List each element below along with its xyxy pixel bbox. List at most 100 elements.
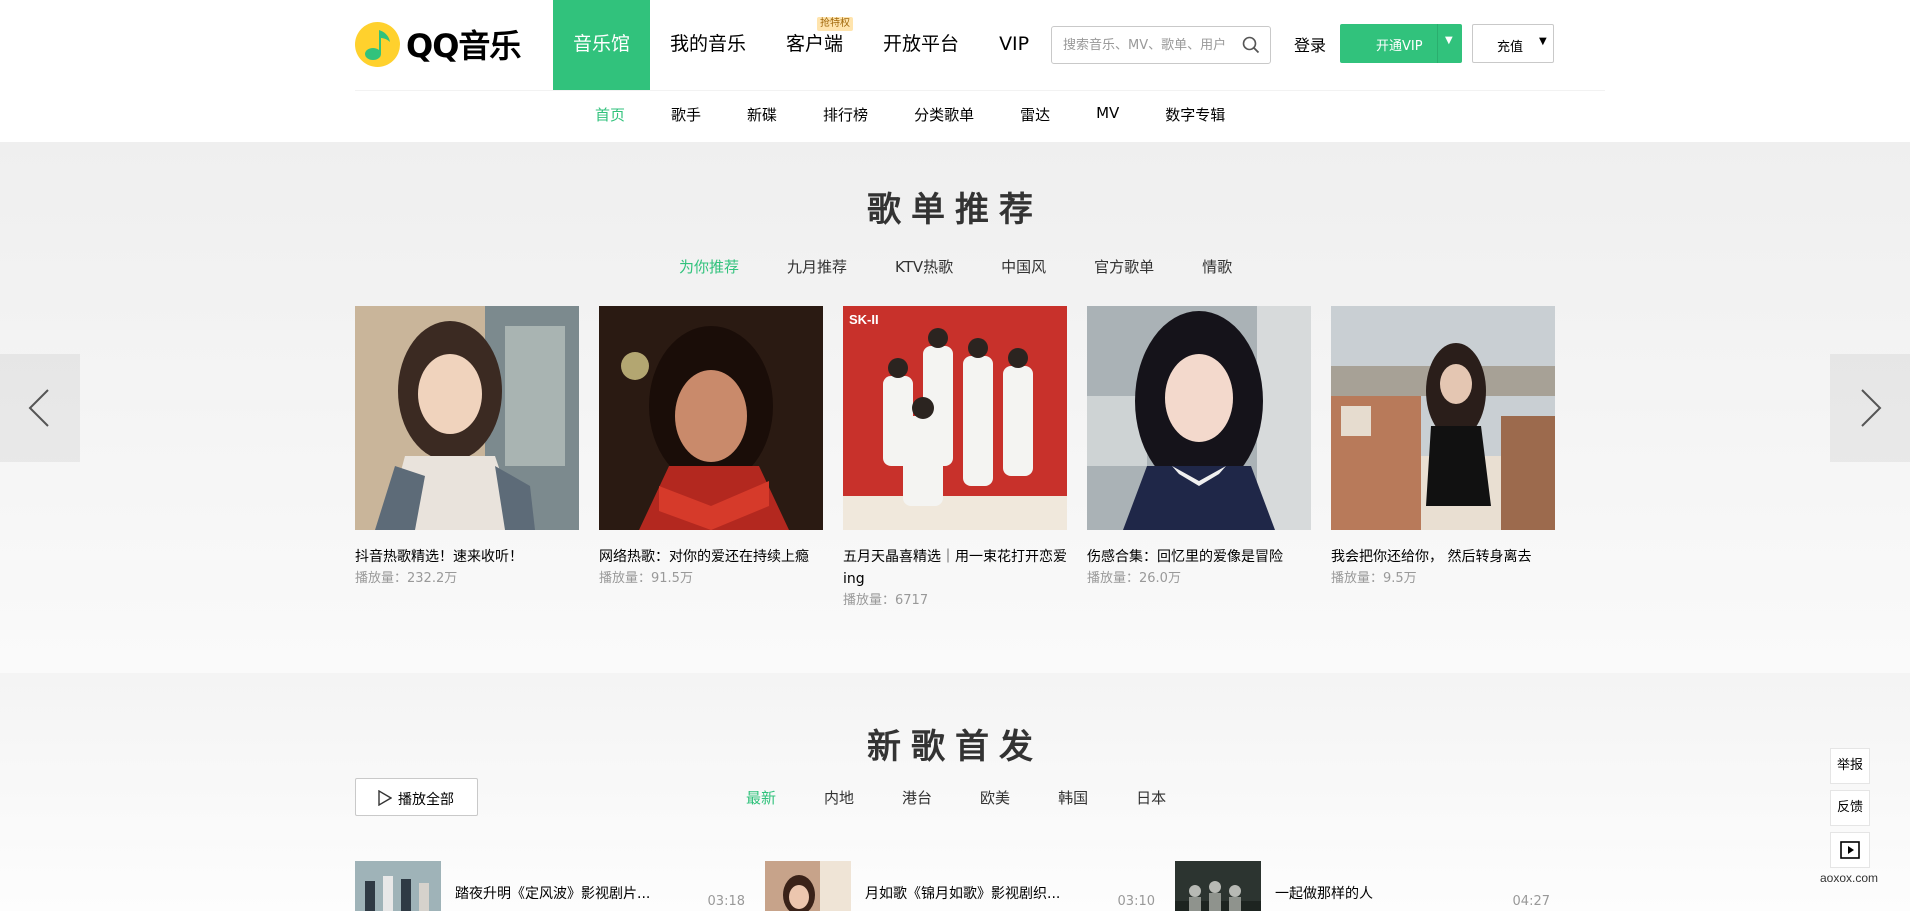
playlist-card[interactable]: 伤感合集：回忆里的爱像是冒险 播放量：26.0万 xyxy=(1087,306,1311,612)
song-duration: 03:10 xyxy=(1117,894,1155,909)
tab-western[interactable]: 欧美 xyxy=(980,787,1010,808)
nav-vip[interactable]: VIP xyxy=(979,0,1049,90)
playlist-tabs: 为你推荐 九月推荐 KTV热歌 中国风 官方歌单 情歌 xyxy=(655,256,1256,277)
play-all-label: 播放全部 xyxy=(398,792,454,808)
privilege-badge: 抢特权 xyxy=(817,17,854,31)
caret-down-icon: ▼ xyxy=(1539,36,1547,47)
subnav-category-playlists[interactable]: 分类歌单 xyxy=(914,104,974,128)
subnav-home[interactable]: 首页 xyxy=(595,104,625,128)
side-toolbar: 举报 反馈 xyxy=(1830,748,1870,874)
song-name[interactable]: 月如歌《锦月如歌》影视剧织... xyxy=(865,883,1060,903)
playlist-card[interactable]: SK-II 五月天晶喜精选｜用一束花打开恋爱ing 播放量：6717 xyxy=(843,306,1067,612)
playlist-cover[interactable] xyxy=(1331,306,1555,530)
playlist-cover[interactable] xyxy=(599,306,823,530)
song-name[interactable]: 踏夜升明《定风波》影视剧片... xyxy=(455,883,650,903)
subnav-charts[interactable]: 排行榜 xyxy=(823,104,868,128)
section-title: 歌单推荐 xyxy=(867,190,1043,230)
playlist-title[interactable]: 网络热歌：对你的爱还在持续上瘾 xyxy=(599,546,823,568)
nav-label: 开放平台 xyxy=(883,33,960,55)
playlist-card[interactable]: 我会把你还给你， 然后转身离去 播放量：9.5万 xyxy=(1331,306,1555,612)
sub-nav: 首页 歌手 新碟 排行榜 分类歌单 雷达 MV 数字专辑 xyxy=(572,104,1248,128)
playlist-recommend-section: 歌单推荐 为你推荐 九月推荐 KTV热歌 中国风 官方歌单 情歌 抖音热歌精选！… xyxy=(0,142,1910,784)
playlist-card[interactable]: 抖音热歌精选！速来收听！ 播放量：232.2万 xyxy=(355,306,579,612)
search-icon[interactable] xyxy=(1242,36,1260,54)
play-count: 播放量：6717 xyxy=(843,593,929,608)
tab-latest[interactable]: 最新 xyxy=(746,787,776,808)
qq-music-logo[interactable]: QQ音乐 xyxy=(355,20,521,68)
section-title: 新歌首发 xyxy=(867,727,1043,767)
play-count: 播放量：9.5万 xyxy=(1331,571,1417,586)
new-songs-section: 新歌首发 播放全部 最新 内地 港台 欧美 韩国 日本 踏夜升明《定风波》影视剧… xyxy=(0,673,1910,911)
carousel-prev-button[interactable] xyxy=(0,354,80,462)
tab-hk-tw[interactable]: 港台 xyxy=(902,787,932,808)
playlist-title[interactable]: 我会把你还给你， 然后转身离去 xyxy=(1331,546,1555,568)
song-item[interactable]: 一起做那样的人 04:27 xyxy=(1175,861,1575,911)
play-count: 播放量：26.0万 xyxy=(1087,571,1181,586)
header-divider xyxy=(355,90,1605,91)
button-divider xyxy=(1437,24,1438,63)
recharge-button[interactable]: 充值 ▼ xyxy=(1472,24,1554,63)
song-name[interactable]: 一起做那样的人 xyxy=(1275,883,1373,903)
song-cover[interactable] xyxy=(1175,861,1261,911)
play-count: 播放量：91.5万 xyxy=(599,571,693,586)
nav-open-platform[interactable]: 开放平台 xyxy=(863,0,979,90)
play-all-button[interactable]: 播放全部 xyxy=(355,778,478,816)
subnav-mv[interactable]: MV xyxy=(1096,104,1119,128)
new-song-list: 踏夜升明《定风波》影视剧片... 03:18 月如歌《锦月如歌》影视剧织... … xyxy=(355,861,1555,911)
login-link[interactable]: 登录 xyxy=(1294,32,1326,56)
tab-japan[interactable]: 日本 xyxy=(1136,787,1166,808)
search-input[interactable] xyxy=(1052,27,1232,63)
vip-button-label: 开通VIP xyxy=(1376,39,1423,54)
tab-september[interactable]: 九月推荐 xyxy=(787,256,847,277)
song-duration: 03:18 xyxy=(707,894,745,909)
song-item[interactable]: 踏夜升明《定风波》影视剧片... 03:18 xyxy=(355,861,755,911)
nav-label: VIP xyxy=(999,33,1030,55)
nav-client[interactable]: 客户端 抢特权 xyxy=(766,0,863,90)
playlist-cover[interactable]: SK-II xyxy=(843,306,1067,530)
subnav-radar[interactable]: 雷达 xyxy=(1020,104,1050,128)
tab-mainland[interactable]: 内地 xyxy=(824,787,854,808)
watermark-text: aoxox.com xyxy=(1820,871,1879,885)
nav-label: 我的音乐 xyxy=(670,33,747,55)
playlist-title[interactable]: 伤感合集：回忆里的爱像是冒险 xyxy=(1087,546,1311,568)
carousel-next-button[interactable] xyxy=(1830,354,1910,462)
video-icon xyxy=(1840,841,1860,859)
nav-my-music[interactable]: 我的音乐 xyxy=(650,0,766,90)
nav-music-hall[interactable]: 音乐馆 xyxy=(553,0,651,90)
tab-korea[interactable]: 韩国 xyxy=(1058,787,1088,808)
subnav-new-albums[interactable]: 新碟 xyxy=(747,104,777,128)
caret-down-icon[interactable]: ▼ xyxy=(1445,35,1453,46)
report-button[interactable]: 举报 xyxy=(1830,748,1870,784)
playlist-title[interactable]: 抖音热歌精选！速来收听！ xyxy=(355,546,579,568)
video-play-button[interactable] xyxy=(1830,832,1870,868)
new-song-tabs: 最新 内地 港台 欧美 韩国 日本 xyxy=(722,787,1190,808)
subnav-digital-albums[interactable]: 数字专辑 xyxy=(1165,104,1225,128)
tab-chinese-style[interactable]: 中国风 xyxy=(1001,256,1046,277)
playlist-title[interactable]: 五月天晶喜精选｜用一束花打开恋爱ing xyxy=(843,546,1067,590)
playlist-cover[interactable] xyxy=(355,306,579,530)
nav-label: 音乐馆 xyxy=(573,33,631,55)
chevron-right-icon xyxy=(1861,389,1882,427)
playlist-cover[interactable] xyxy=(1087,306,1311,530)
open-vip-button[interactable]: 开通VIP ▼ xyxy=(1340,24,1462,63)
play-icon xyxy=(378,790,392,806)
nav-label: 客户端 xyxy=(786,33,844,55)
brand-logo: SK-II xyxy=(849,312,879,327)
playlist-cards: 抖音热歌精选！速来收听！ 播放量：232.2万 网络热歌：对你的爱还在持续上瘾 … xyxy=(355,306,1575,612)
song-cover[interactable] xyxy=(765,861,851,911)
recharge-label: 充值 xyxy=(1497,40,1524,55)
tab-for-you[interactable]: 为你推荐 xyxy=(679,256,739,277)
feedback-button[interactable]: 反馈 xyxy=(1830,790,1870,826)
playlist-card[interactable]: 网络热歌：对你的爱还在持续上瘾 播放量：91.5万 xyxy=(599,306,823,612)
music-note-icon xyxy=(355,21,400,67)
song-item[interactable]: 月如歌《锦月如歌》影视剧织... 03:10 xyxy=(765,861,1165,911)
tab-love-songs[interactable]: 情歌 xyxy=(1202,256,1232,277)
tab-official[interactable]: 官方歌单 xyxy=(1094,256,1154,277)
subnav-singers[interactable]: 歌手 xyxy=(671,104,701,128)
search-box xyxy=(1051,26,1271,64)
main-nav: 音乐馆 我的音乐 客户端 抢特权 开放平台 VIP xyxy=(553,0,1049,90)
logo-text: QQ音乐 xyxy=(406,27,521,65)
chevron-left-icon xyxy=(28,389,49,427)
song-cover[interactable] xyxy=(355,861,441,911)
tab-ktv[interactable]: KTV热歌 xyxy=(895,256,953,277)
